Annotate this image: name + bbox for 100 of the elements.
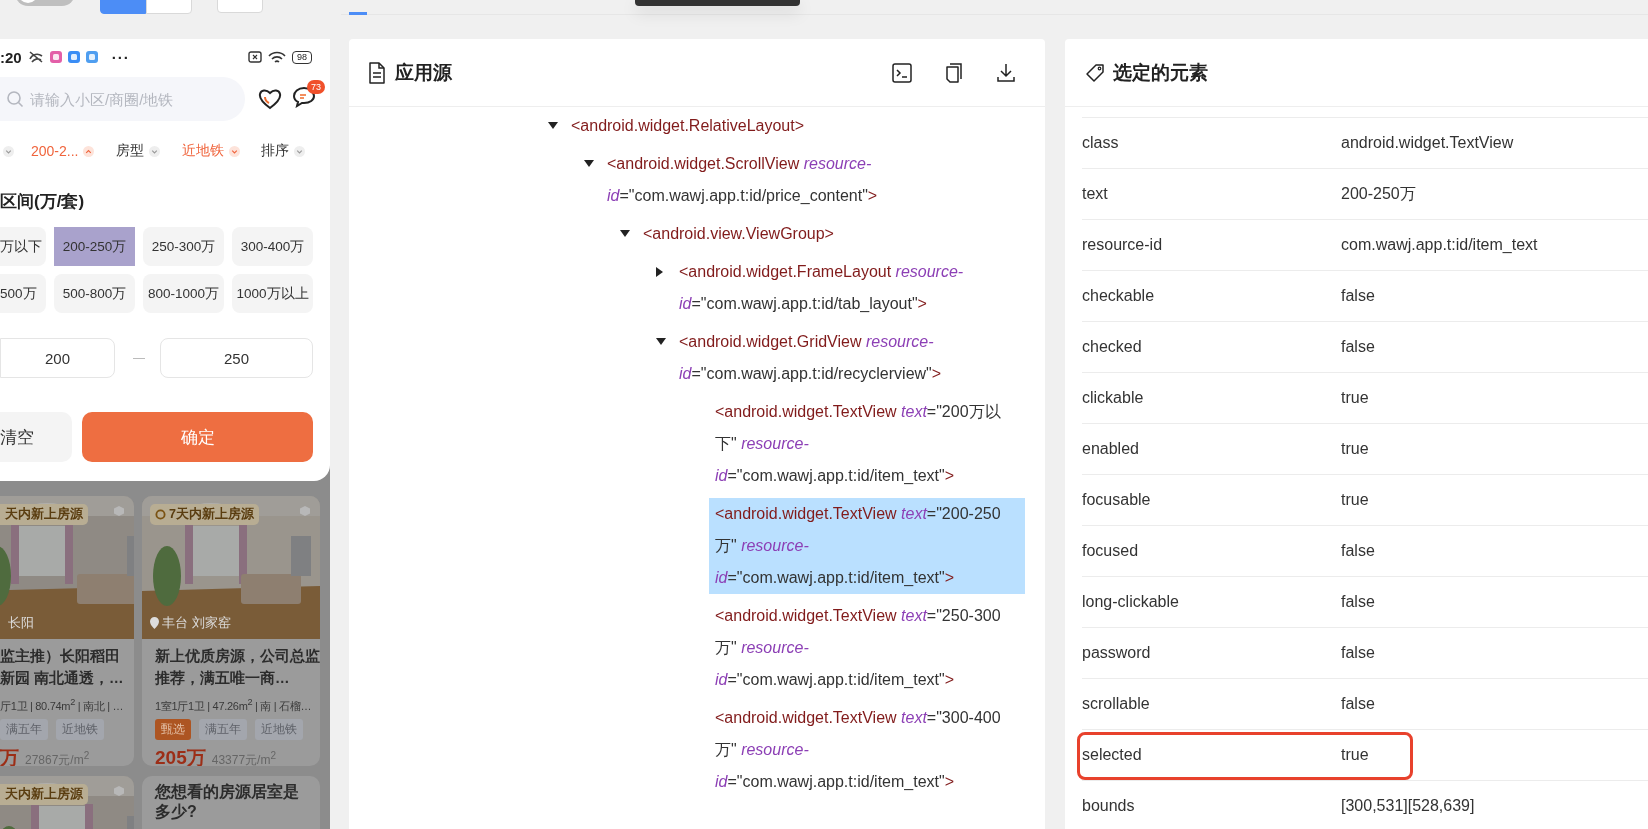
tab-indicator xyxy=(349,12,367,15)
price-option[interactable]: 250-300万 xyxy=(143,227,224,266)
attribute-name: clickable xyxy=(1082,389,1145,407)
attribute-name: enabled xyxy=(1082,440,1140,458)
wifi-icon xyxy=(268,50,286,64)
xml-node[interactable]: <android.widget.TextView text="250-300万" resource-id="com.wawj.app.t:id/item_text"> xyxy=(709,600,1025,696)
location-label: 丰台 刘家窑 xyxy=(162,614,231,632)
caret-down-icon[interactable] xyxy=(548,122,558,130)
badge-text: 7天内新上房源 xyxy=(169,506,254,523)
attribute-value: true xyxy=(1341,440,1369,458)
cube-icon xyxy=(114,786,124,796)
download-button[interactable] xyxy=(995,61,1017,84)
listing-tag: 满五年 xyxy=(199,718,247,740)
attribute-name: checkable xyxy=(1082,287,1156,305)
battery-indicator: 98 xyxy=(292,50,312,64)
attribute-name: bounds xyxy=(1082,797,1136,815)
attribute-name: focused xyxy=(1082,542,1140,560)
app-icon xyxy=(67,51,80,63)
listing-tag: 满五年 xyxy=(0,718,48,740)
xml-node[interactable]: <android.view.ViewGroup> xyxy=(637,218,1025,250)
attribute-value: false xyxy=(1341,287,1375,305)
chevron-down-icon xyxy=(149,145,160,157)
tag-icon xyxy=(1085,62,1105,83)
message-badge: 73 xyxy=(307,80,325,94)
attribute-value: false xyxy=(1341,593,1375,611)
app-icon xyxy=(85,51,98,63)
search-field[interactable]: 请输入小区/商圈/地铁 xyxy=(0,77,245,121)
xml-node[interactable]: <android.widget.GridView resource-id="com.wawj.app.t:id/recyclerview"> xyxy=(673,326,1025,390)
xml-node[interactable]: <android.widget.TextView text="200万以下" resource-id="com.wawj.app.t:id/item_text"> xyxy=(709,396,1025,492)
price-option[interactable]: 万以下 xyxy=(0,227,46,266)
panel-title: 应用源 xyxy=(395,60,452,85)
listing-details: 1室1厅1卫 | 47.26m$^{2}$ | 南 | 石榴… xyxy=(155,696,312,714)
xml-node[interactable]: <android.widget.ScrollView resource-id="com.wawj.app.t:id/price_content"> xyxy=(601,148,1025,212)
price-option[interactable]: 800-1000万 xyxy=(143,274,224,313)
panel-title: 选定的元素 xyxy=(1113,60,1208,85)
heart-icon xyxy=(258,88,282,110)
attribute-name: resource-id xyxy=(1082,236,1164,254)
max-price-field[interactable]: 250 xyxy=(160,338,313,378)
chevron-up-icon xyxy=(83,145,95,157)
chevron-down-icon xyxy=(229,145,240,157)
chevron-down-icon xyxy=(294,145,305,157)
status-time: :20 xyxy=(0,48,22,66)
attribute-value: false xyxy=(1341,695,1375,713)
app-icon xyxy=(49,51,62,63)
price-option[interactable]: 1000万以上 xyxy=(232,274,313,313)
filter-tab[interactable]: 排序 xyxy=(261,142,305,160)
listing-title: 监主推）长阳稻田新园 南北通透，… xyxy=(0,647,125,688)
attribute-value: com.wawj.app.t:id/item_text xyxy=(1341,236,1538,254)
search-icon xyxy=(6,90,24,108)
xml-node[interactable]: <android.widget.FrameLayout resource-id="com.wawj.app.t:id/tab_layout"> xyxy=(673,256,1025,320)
listing-details: 厅1卫 | 80.74m$^{2}$ | 南北 | … xyxy=(0,696,124,714)
attribute-value: android.widget.TextView xyxy=(1341,134,1514,152)
copy-button[interactable] xyxy=(943,61,965,84)
terminal-icon xyxy=(891,61,913,84)
xml-node[interactable]: <android.widget.RelativeLayout> xyxy=(565,110,1025,142)
question-text: 您想看的房源居室是多少? xyxy=(153,782,300,822)
xml-node[interactable]: <android.widget.TextView text="200-250万" resource-id="com.wawj.app.t:id/item_text"> xyxy=(709,498,1025,594)
listing-title: 新上优质房源，公司总监推荐，满五唯一商… xyxy=(155,647,320,688)
caret-down-icon[interactable] xyxy=(656,338,666,346)
attribute-name: focusable xyxy=(1082,491,1152,509)
attribute-value: false xyxy=(1341,644,1375,662)
section-title: 区间(万/套) xyxy=(0,191,86,213)
attribute-name: long-clickable xyxy=(1082,593,1180,611)
file-icon xyxy=(367,61,387,84)
caret-down-icon[interactable] xyxy=(620,230,630,238)
more-indicator: ··· xyxy=(111,48,130,66)
attribute-value: true xyxy=(1341,491,1369,509)
badge-text: 天内新上房源 xyxy=(5,786,83,803)
attribute-name: checked xyxy=(1082,338,1143,356)
listing-tag: 甄选 xyxy=(155,718,191,740)
attribute-value: [300,531][528,639] xyxy=(1341,797,1475,815)
price-option[interactable]: 200-250万 xyxy=(54,227,135,266)
attribute-value: 200-250万 xyxy=(1341,183,1416,204)
terminal-button[interactable] xyxy=(891,61,913,84)
cube-icon xyxy=(300,506,310,516)
attribute-name: password xyxy=(1082,644,1152,662)
attribute-name: text xyxy=(1082,185,1109,203)
attribute-name: selected xyxy=(1082,746,1143,764)
location-label: 长阳 xyxy=(8,614,34,632)
xml-node[interactable]: <android.widget.TextView text="300-400万" resource-id="com.wawj.app.t:id/item_text"> xyxy=(709,702,1025,798)
caret-down-icon[interactable] xyxy=(584,160,594,168)
clear-button[interactable]: 清空 xyxy=(0,412,72,462)
price-option[interactable]: 300-400万 xyxy=(232,227,313,266)
attribute-value: false xyxy=(1341,338,1375,356)
listing-tag: 近地铁 xyxy=(255,718,303,740)
attribute-value: true xyxy=(1341,389,1369,407)
listing-price: 万 xyxy=(0,745,19,766)
price-option[interactable]: 500-800万 xyxy=(54,274,135,313)
chevron-down-icon xyxy=(3,145,14,157)
attribute-value: false xyxy=(1341,542,1375,560)
download-icon xyxy=(995,61,1017,84)
attribute-value: true xyxy=(1341,746,1369,764)
filter-tab[interactable]: 房型 xyxy=(116,142,160,160)
clock-icon xyxy=(155,509,166,520)
attribute-name: scrollable xyxy=(1082,695,1151,713)
caret-right-icon[interactable] xyxy=(656,267,664,277)
min-price-field[interactable]: 200 xyxy=(0,338,115,378)
price-option[interactable]: 500万 xyxy=(0,274,46,313)
listing-tag: 近地铁 xyxy=(56,718,104,740)
listing-price: 205万 xyxy=(155,745,206,766)
